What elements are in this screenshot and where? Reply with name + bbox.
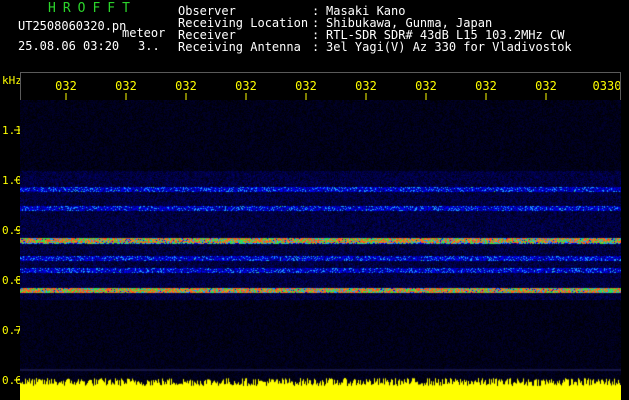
spectrogram-canvas[interactable]	[20, 100, 621, 400]
